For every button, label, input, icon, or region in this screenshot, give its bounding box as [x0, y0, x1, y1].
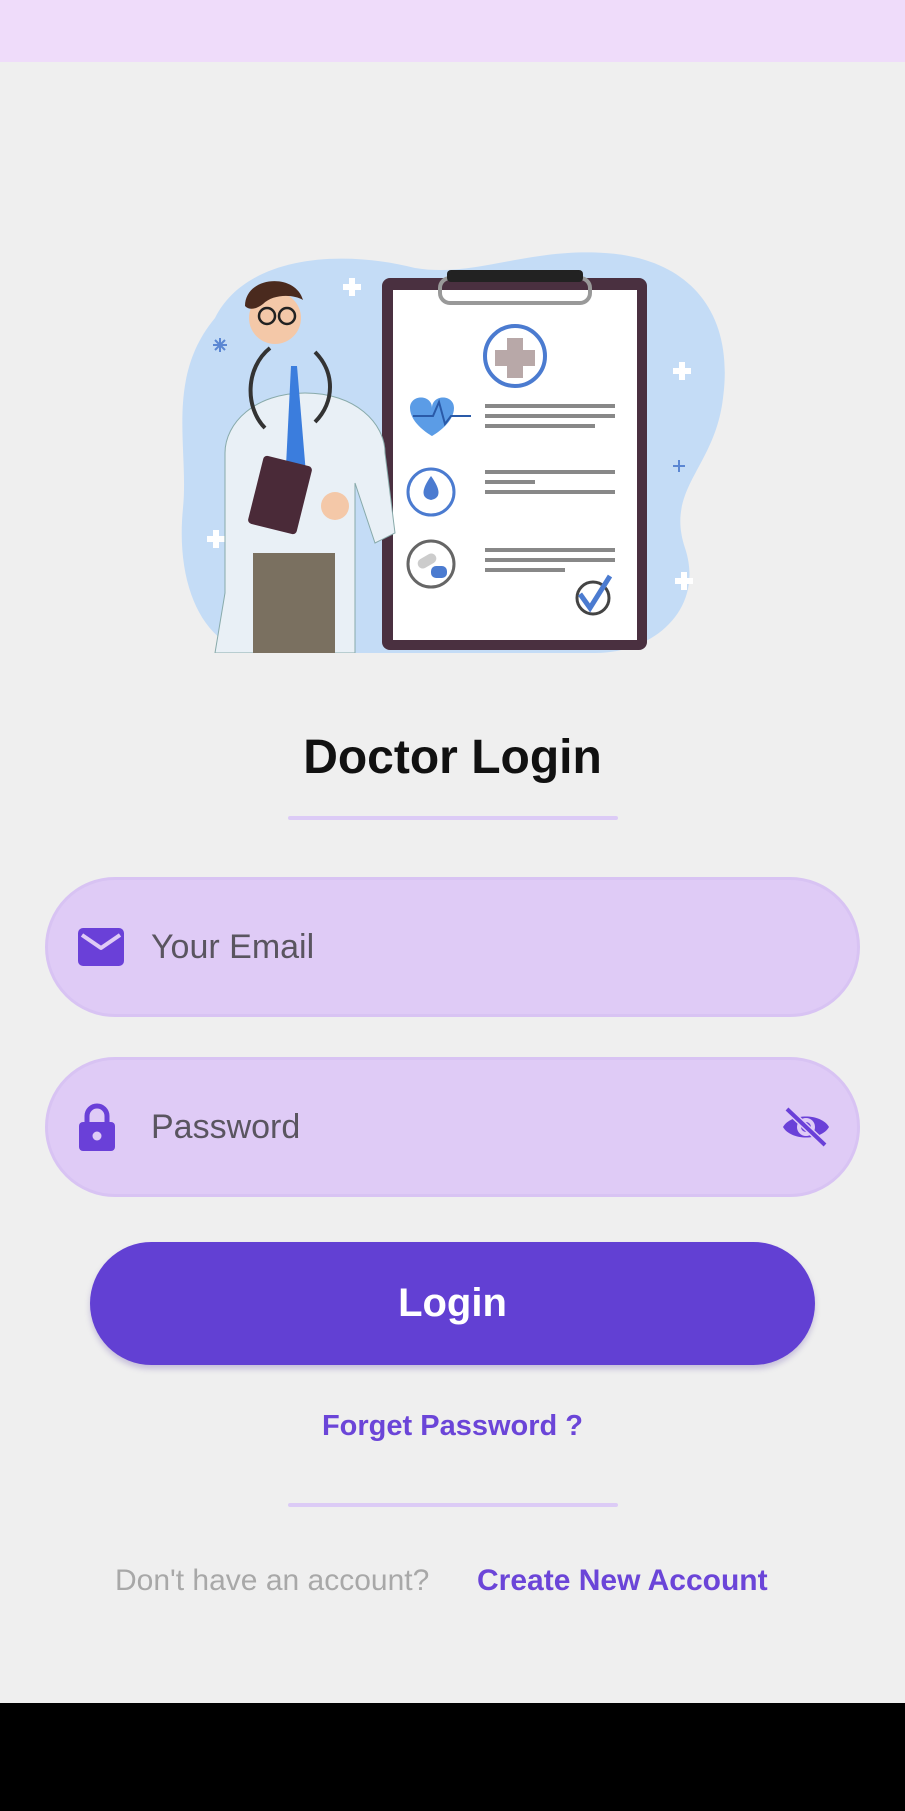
navigation-bar	[0, 1703, 905, 1811]
password-input[interactable]	[151, 1060, 771, 1194]
envelope-icon	[78, 928, 124, 966]
forget-password-link[interactable]: Forget Password ?	[0, 1410, 905, 1443]
login-button[interactable]: Login	[90, 1242, 815, 1365]
email-input[interactable]	[151, 880, 771, 1014]
password-field[interactable]	[45, 1057, 860, 1197]
page-title: Doctor Login	[303, 731, 602, 784]
email-field[interactable]	[45, 877, 860, 1017]
lock-icon	[78, 1103, 116, 1151]
create-account-link[interactable]: Create New Account	[477, 1564, 768, 1598]
bottom-divider	[288, 1503, 618, 1507]
title-divider	[288, 816, 618, 820]
status-bar	[0, 0, 905, 62]
signup-prompt: Don't have an account?	[115, 1564, 430, 1597]
doctor-illustration	[175, 248, 735, 654]
eye-off-icon[interactable]	[781, 1105, 831, 1149]
signup-row: Don't have an account? Create New Accoun…	[115, 1564, 768, 1598]
